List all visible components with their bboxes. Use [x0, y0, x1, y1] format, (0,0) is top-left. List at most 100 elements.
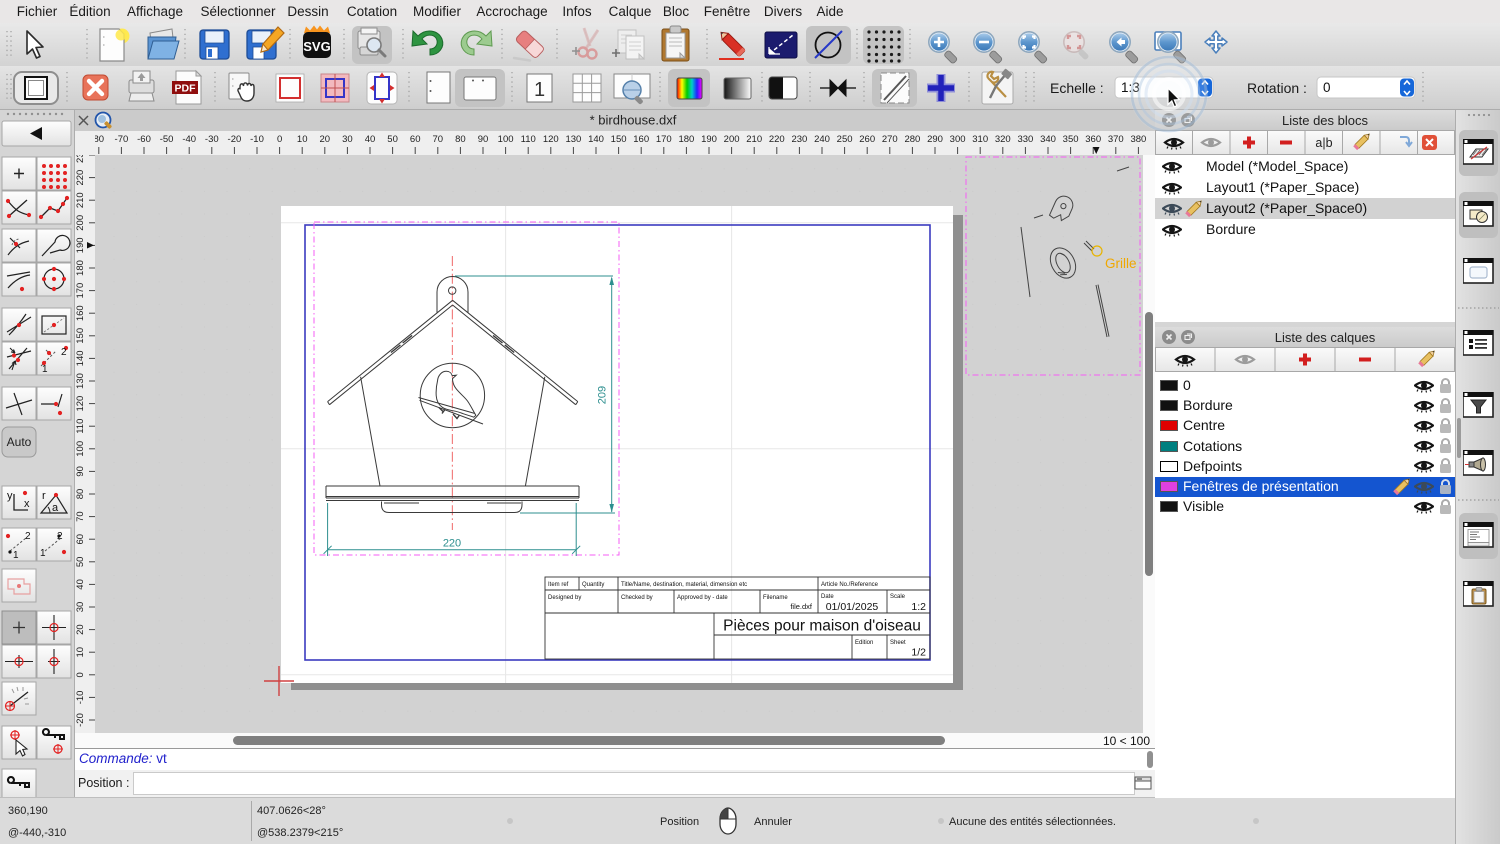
svg-text:y: y [7, 490, 13, 502]
svg-text:30: 30 [342, 134, 353, 145]
svg-text:30: 30 [75, 602, 86, 613]
svg-text:-40: -40 [182, 134, 196, 145]
svg-text:-60: -60 [137, 134, 151, 145]
svg-text:80: 80 [455, 134, 466, 145]
svg-text:100: 100 [498, 134, 514, 145]
svg-text:Article No./Reference: Article No./Reference [821, 582, 879, 588]
svg-text:Designed by: Designed by [548, 595, 581, 601]
svg-text:Auto: Auto [7, 435, 32, 449]
svg-text:r: r [42, 490, 46, 502]
svg-text:-70: -70 [115, 134, 129, 145]
svg-text:90: 90 [75, 466, 86, 477]
svg-text:160: 160 [633, 134, 649, 145]
svg-text:Sheet: Sheet [890, 640, 906, 646]
svg-text:190: 190 [75, 237, 86, 253]
svg-text:350: 350 [1063, 134, 1079, 145]
svg-text:PDF: PDF [175, 83, 197, 95]
svg-text:200: 200 [724, 134, 740, 145]
svg-text:60: 60 [75, 534, 86, 545]
svg-text:1: 1 [42, 364, 48, 375]
svg-text:-50: -50 [160, 134, 174, 145]
svg-text:310: 310 [972, 134, 988, 145]
svg-text:Approved by - date: Approved by - date [677, 595, 728, 601]
svg-text:220: 220 [769, 134, 785, 145]
svg-text:2: 2 [61, 347, 67, 358]
svg-text:170: 170 [656, 134, 672, 145]
svg-text:40: 40 [365, 134, 376, 145]
svg-text:110: 110 [75, 419, 86, 434]
svg-text:210: 210 [746, 134, 762, 145]
svg-text:2: 2 [25, 531, 31, 542]
svg-text:2: 2 [57, 531, 63, 542]
svg-text:120: 120 [543, 134, 559, 145]
svg-text:-20: -20 [75, 713, 86, 727]
svg-text:1: 1 [13, 550, 19, 561]
svg-text:180: 180 [75, 260, 86, 276]
svg-text:370: 370 [1108, 134, 1124, 145]
svg-text:20: 20 [75, 624, 86, 635]
svg-text:Title/Name, destination, mater: Title/Name, destination, material, dimen… [621, 582, 747, 588]
svg-text:1: 1 [40, 548, 46, 559]
svg-text:Grille: Grille [1105, 256, 1137, 271]
svg-text:210: 210 [75, 192, 86, 208]
svg-text:50: 50 [387, 134, 398, 145]
svg-text:90: 90 [478, 134, 489, 145]
svg-text:Item ref: Item ref [548, 582, 569, 588]
svg-text:270: 270 [882, 134, 898, 145]
svg-text:70: 70 [75, 511, 86, 522]
svg-text:SVG: SVG [303, 39, 330, 54]
svg-text:-10: -10 [75, 691, 86, 705]
svg-text:10: 10 [297, 134, 308, 145]
svg-text:110: 110 [521, 134, 536, 145]
svg-text:a|b: a|b [1315, 136, 1332, 150]
svg-text:230: 230 [791, 134, 807, 145]
svg-text:80: 80 [95, 134, 104, 145]
svg-text:Checked by: Checked by [621, 595, 653, 601]
svg-text:130: 130 [565, 134, 581, 145]
svg-text:250: 250 [837, 134, 853, 145]
svg-text:300: 300 [950, 134, 966, 145]
svg-text:150: 150 [611, 134, 627, 145]
svg-text:0: 0 [277, 134, 282, 145]
svg-text:209: 209 [597, 386, 609, 404]
svg-text:0: 0 [1323, 80, 1331, 95]
svg-text:40: 40 [75, 579, 86, 590]
svg-text:Pièces pour maison d'oiseau: Pièces pour maison d'oiseau [723, 618, 921, 635]
svg-text:190: 190 [701, 134, 717, 145]
svg-text:220: 220 [443, 538, 461, 550]
svg-text:Edition: Edition [855, 640, 873, 646]
svg-text:130: 130 [75, 373, 86, 389]
svg-text:120: 120 [75, 396, 86, 412]
svg-text:330: 330 [1017, 134, 1033, 145]
svg-text:60: 60 [410, 134, 421, 145]
svg-text:290: 290 [927, 134, 943, 145]
svg-text:170: 170 [75, 283, 86, 299]
svg-text:0: 0 [75, 672, 86, 677]
svg-text:140: 140 [588, 134, 604, 145]
svg-text:file.dxf: file.dxf [790, 602, 813, 611]
svg-text:320: 320 [995, 134, 1011, 145]
svg-text:-10: -10 [250, 134, 264, 145]
svg-text:* birdhouse.dxf: * birdhouse.dxf [590, 113, 677, 128]
svg-text:1: 1 [534, 79, 545, 101]
svg-text:Rotation :: Rotation : [1247, 80, 1307, 96]
svg-text:01/01/2025: 01/01/2025 [826, 601, 879, 613]
svg-text:220: 220 [75, 170, 86, 186]
svg-text:360: 360 [1085, 134, 1101, 145]
svg-text:160: 160 [75, 305, 86, 321]
svg-text:1:3: 1:3 [1121, 80, 1140, 95]
svg-text:200: 200 [75, 215, 86, 231]
svg-text:Date: Date [821, 594, 834, 600]
svg-text:260: 260 [859, 134, 875, 145]
svg-text:230: 230 [75, 155, 86, 163]
svg-text:1/2: 1/2 [911, 647, 926, 659]
svg-text:50: 50 [75, 557, 86, 568]
svg-text:100: 100 [75, 441, 86, 457]
svg-text:140: 140 [75, 350, 86, 366]
svg-text:180: 180 [678, 134, 694, 145]
svg-text:Filename: Filename [763, 595, 788, 601]
svg-text:80: 80 [75, 489, 86, 500]
svg-text:20: 20 [320, 134, 331, 145]
svg-text:a: a [52, 502, 59, 514]
svg-text:240: 240 [814, 134, 830, 145]
